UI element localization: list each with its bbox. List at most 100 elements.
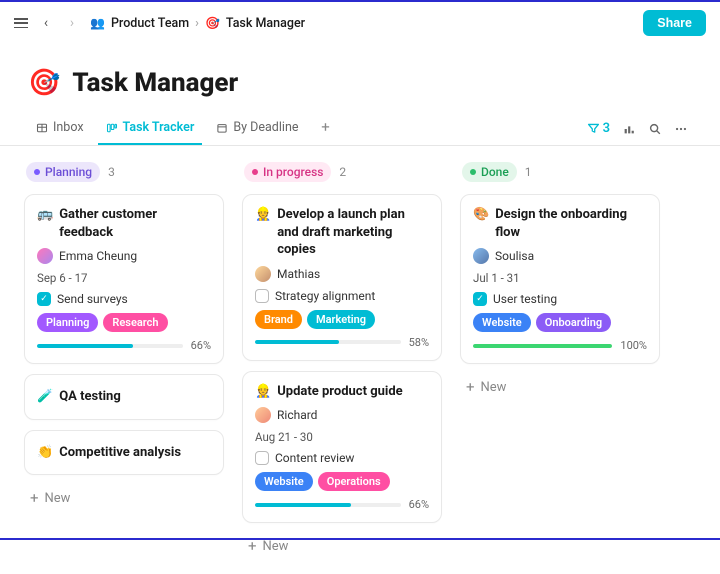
checkbox[interactable]: [255, 451, 269, 465]
card-emoji: 👏: [37, 444, 53, 462]
kanban-board: Planning 3 🚌Gather customer feedbackEmma C…: [0, 146, 720, 574]
more-button[interactable]: [674, 122, 688, 136]
checkbox[interactable]: ✓: [37, 292, 51, 306]
calendar-icon: [216, 122, 228, 134]
tab-label: Task Tracker: [123, 120, 195, 135]
checklist-item[interactable]: Strategy alignment: [255, 289, 429, 303]
breadcrumb-current-emoji: 🎯: [205, 16, 220, 30]
view-toolbar: 3: [587, 121, 692, 136]
tag[interactable]: Marketing: [307, 310, 375, 329]
plus-icon: +: [248, 539, 257, 554]
tab-by-deadline[interactable]: By Deadline: [208, 112, 306, 145]
add-card-button[interactable]: +New: [24, 485, 224, 512]
column-header: In progress 2: [242, 160, 442, 184]
add-card-button[interactable]: + New: [242, 533, 442, 560]
column-header: Planning 3: [24, 160, 224, 184]
tag[interactable]: Website: [255, 472, 313, 491]
search-icon: [648, 122, 662, 136]
tab-inbox[interactable]: Inbox: [28, 112, 92, 145]
checklist-item[interactable]: ✓ User testing: [473, 292, 647, 306]
tag[interactable]: Operations: [318, 472, 390, 491]
page-header: 🎯 Task Manager: [0, 44, 720, 112]
search-button[interactable]: [648, 122, 662, 136]
page-emoji: 🎯: [28, 68, 60, 98]
assignee-name: Emma Cheung: [59, 249, 137, 263]
column-count: 2: [339, 165, 346, 179]
checklist-label: Content review: [275, 451, 354, 465]
status-label: Planning: [45, 165, 92, 179]
topbar: ‹ › 👥 Product Team › 🎯 Task Manager Shar…: [0, 2, 720, 44]
assignee-row: Soulisa: [473, 248, 647, 264]
checklist-label: Send surveys: [57, 292, 128, 306]
card-emoji: 🧪: [37, 388, 53, 406]
status-pill[interactable]: Done: [462, 162, 517, 182]
column-count: 3: [108, 165, 115, 179]
tag[interactable]: Research: [103, 313, 167, 332]
chart-button[interactable]: [622, 122, 636, 136]
assignee-name: Soulisa: [495, 249, 534, 263]
avatar: [473, 248, 489, 264]
breadcrumb-current[interactable]: Task Manager: [226, 16, 305, 31]
avatar: [37, 248, 53, 264]
tag[interactable]: Brand: [255, 310, 302, 329]
card-title: 👏Competitive analysis: [37, 444, 211, 462]
tab-label: Inbox: [53, 120, 84, 135]
card-title-text: QA testing: [59, 388, 121, 406]
progress-bar: [473, 344, 612, 348]
status-pill[interactable]: In progress: [244, 162, 331, 182]
progress-percent: 58%: [409, 336, 429, 349]
checklist-item[interactable]: ✓ Send surveys: [37, 292, 211, 306]
filter-count: 3: [603, 121, 610, 136]
nav-back-button[interactable]: ‹: [38, 15, 54, 31]
menu-icon[interactable]: [14, 18, 28, 28]
add-view-button[interactable]: +: [312, 112, 338, 145]
add-card-button[interactable]: +New: [460, 374, 660, 401]
checkbox[interactable]: [255, 289, 269, 303]
status-pill[interactable]: Planning: [26, 162, 100, 182]
checklist-item[interactable]: Content review: [255, 451, 429, 465]
card-title: 🎨 Design the onboarding flow: [473, 206, 647, 241]
tag[interactable]: Website: [473, 313, 531, 332]
checkbox[interactable]: ✓: [473, 292, 487, 306]
board-icon: [106, 122, 118, 134]
tag[interactable]: Onboarding: [536, 313, 611, 332]
filter-button[interactable]: 3: [587, 121, 610, 136]
card-title: 🧪 QA testing: [37, 388, 211, 406]
task-card[interactable]: 👷 Develop a launch plan and draft marketi…: [242, 194, 442, 361]
checklist-label: User testing: [493, 292, 557, 306]
date-range: Aug 21 - 30: [255, 430, 429, 444]
assignee-name: Mathias: [277, 267, 320, 281]
assignee-row: Mathias: [255, 266, 429, 282]
tag-row: Website Operations: [255, 472, 429, 491]
progress-row: 66%: [255, 498, 429, 511]
card-emoji: 🚌: [37, 206, 53, 224]
chart-icon: [622, 122, 636, 136]
task-card[interactable]: 🧪 QA testing: [24, 374, 224, 420]
status-label: Done: [481, 165, 509, 179]
breadcrumb-parent[interactable]: Product Team: [111, 16, 189, 31]
plus-icon: +: [321, 120, 330, 135]
card-emoji: 👷: [255, 206, 271, 224]
task-card[interactable]: 👏Competitive analysis: [24, 430, 224, 476]
task-card[interactable]: 🎨Design the onboarding flowSoulisaJul 1 …: [460, 194, 660, 364]
task-card[interactable]: 🚌Gather customer feedbackEmma CheungSep …: [24, 194, 224, 364]
status-dot: [34, 169, 40, 175]
card-title-text: Design the onboarding flow: [495, 206, 647, 241]
board-column: Done1🎨Design the onboarding flowSoulisaJ…: [460, 160, 660, 401]
card-title-text: Develop a launch plan and draft marketin…: [277, 206, 429, 259]
more-icon: [674, 122, 688, 136]
progress-bar: [255, 340, 401, 344]
tag[interactable]: Planning: [37, 313, 98, 332]
task-card[interactable]: 👷Update product guideRichardAug 21 - 30C…: [242, 371, 442, 524]
card-emoji: 🎨: [473, 206, 489, 224]
date-range: Sep 6 - 17: [37, 271, 211, 285]
new-label: New: [263, 539, 289, 554]
view-tabs: Inbox Task Tracker By Deadline + 3: [0, 112, 720, 146]
progress-fill: [255, 503, 351, 507]
nav-forward-button[interactable]: ›: [64, 15, 80, 31]
tab-task-tracker[interactable]: Task Tracker: [98, 112, 203, 145]
assignee-row: Emma Cheung: [37, 248, 211, 264]
breadcrumb: 👥 Product Team › 🎯 Task Manager: [90, 16, 305, 31]
share-button[interactable]: Share: [643, 10, 706, 36]
progress-row: 66%: [37, 339, 211, 352]
